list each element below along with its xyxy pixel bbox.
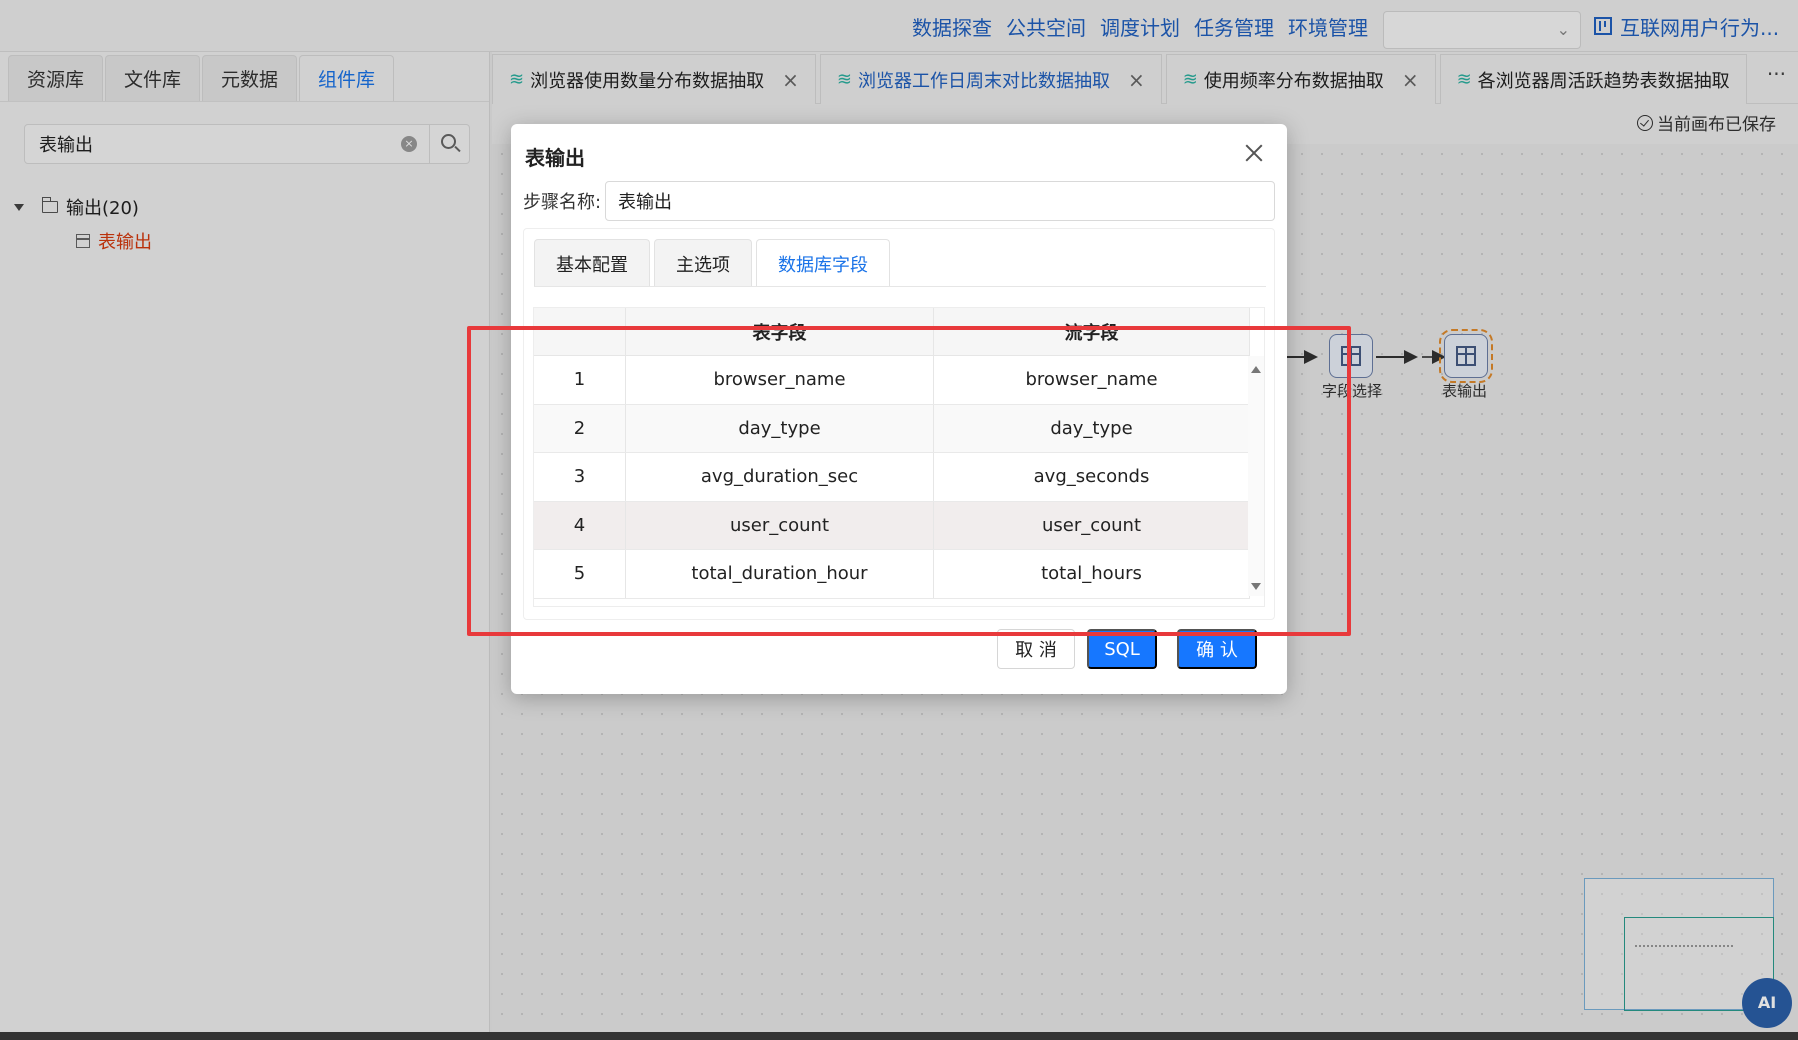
step-name-input[interactable]: [605, 181, 1275, 221]
tab-basic-config[interactable]: 基本配置: [534, 239, 650, 287]
close-icon[interactable]: [1243, 142, 1265, 164]
tab-database-fields[interactable]: 数据库字段: [756, 239, 890, 287]
step-name-label: 步骤名称:: [523, 192, 602, 213]
bottom-bar: [0, 1032, 1798, 1040]
tab-main-options[interactable]: 主选项: [654, 239, 752, 287]
highlight-box: [467, 326, 1351, 636]
tab-divider: [534, 286, 1266, 287]
dialog-tabs: 基本配置 主选项 数据库字段: [534, 239, 894, 287]
dialog-title: 表输出: [525, 146, 585, 170]
